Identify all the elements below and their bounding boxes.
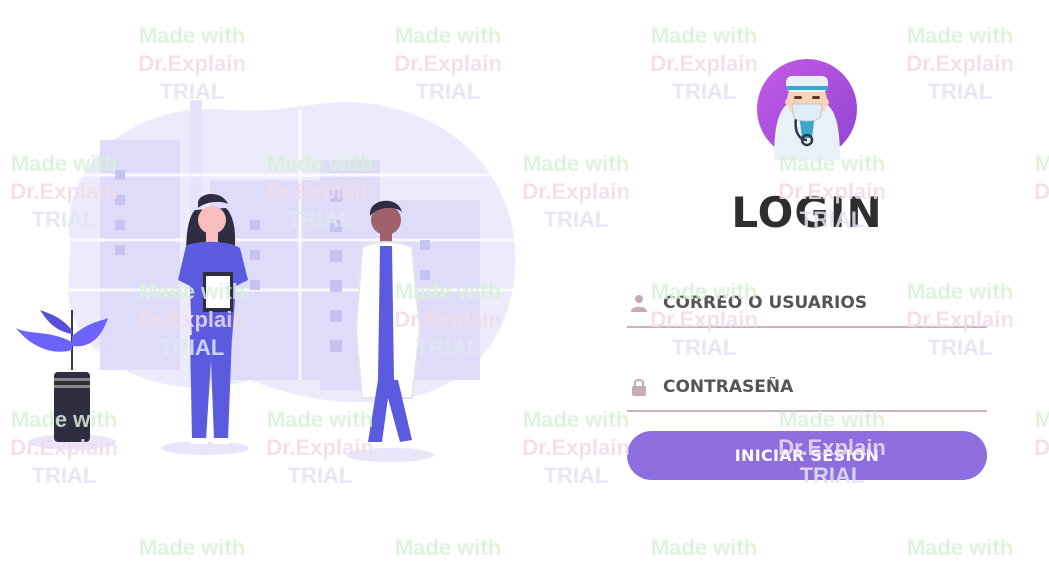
login-button[interactable]: INICIAR SESION bbox=[627, 431, 987, 480]
watermark: Made with bbox=[138, 535, 246, 560]
doctors-illustration bbox=[0, 80, 560, 480]
plant-icon bbox=[16, 310, 108, 442]
watermark: Made with bbox=[906, 535, 1014, 560]
doctor-avatar-icon bbox=[757, 59, 857, 160]
login-title: LOGIN bbox=[731, 188, 883, 237]
watermark: Made with bbox=[650, 535, 758, 560]
password-field bbox=[627, 364, 987, 412]
email-input[interactable] bbox=[663, 283, 987, 323]
user-icon bbox=[631, 295, 647, 312]
watermark: Made with bbox=[394, 535, 502, 560]
email-field bbox=[627, 280, 987, 328]
login-panel: LOGIN INICIAR SESION bbox=[600, 50, 1020, 510]
password-input[interactable] bbox=[663, 367, 987, 407]
lock-icon bbox=[632, 379, 646, 396]
login-page: LOGIN INICIAR SESION Made withDr.Explain… bbox=[0, 0, 1049, 566]
